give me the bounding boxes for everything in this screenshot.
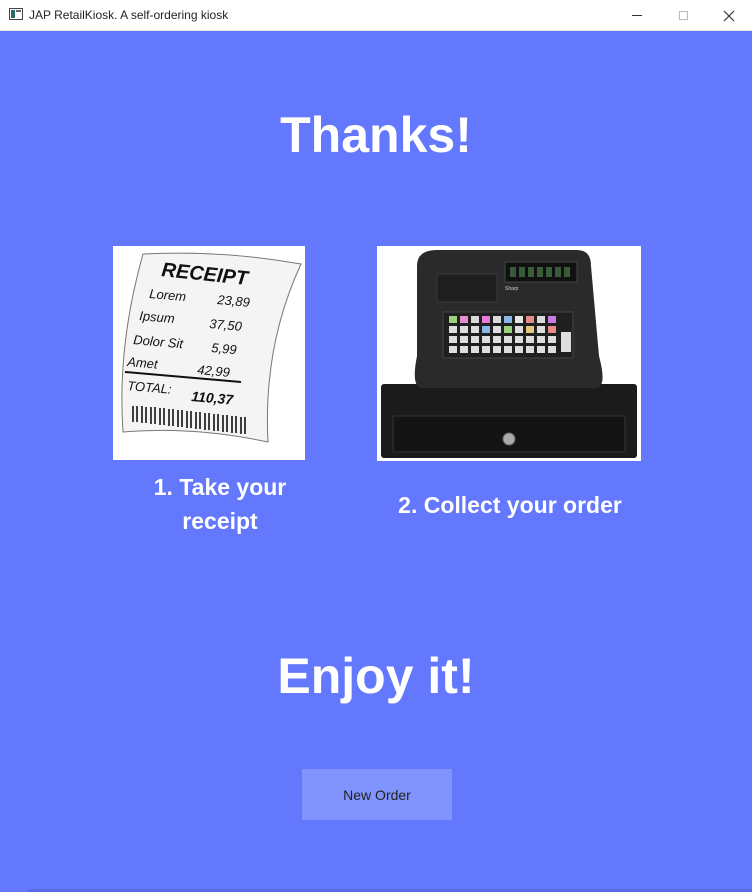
receipt-line-4-name: Amet: [126, 354, 160, 372]
step-2-label: 2. Collect your order: [398, 492, 622, 518]
minimize-icon: [632, 15, 642, 16]
receipt-image: RECEIPT Lorem 23,89 Ipsum 37,50 Dolor Si…: [113, 246, 305, 460]
close-icon: [723, 10, 735, 21]
window-title: JAP RetailKiosk. A self-ordering kiosk: [29, 8, 229, 22]
receipt-line-4-price: 42,99: [197, 362, 231, 380]
receipt-line-2-name: Ipsum: [139, 308, 176, 326]
cash-register-image: Sharp: [377, 246, 641, 461]
app-window-icon: [9, 8, 23, 20]
maximize-icon: [678, 11, 688, 20]
receipt-line-1-price: 23,89: [216, 292, 251, 310]
new-order-button[interactable]: New Order: [302, 769, 452, 820]
enjoy-heading: Enjoy it!: [277, 648, 475, 704]
close-button[interactable]: [706, 0, 752, 31]
window-titlebar: JAP RetailKiosk. A self-ordering kiosk: [0, 0, 752, 31]
maximize-button[interactable]: [660, 0, 706, 31]
receipt-line-1-name: Lorem: [149, 286, 187, 304]
receipt-line-2-price: 37,50: [209, 316, 243, 334]
register-brand: Sharp: [505, 286, 519, 292]
thanks-heading: Thanks!: [280, 107, 472, 163]
step-1-label: 1. Take your receipt: [153, 474, 287, 534]
minimize-button[interactable]: [614, 0, 660, 31]
receipt-line-3-price: 5,99: [211, 340, 238, 357]
